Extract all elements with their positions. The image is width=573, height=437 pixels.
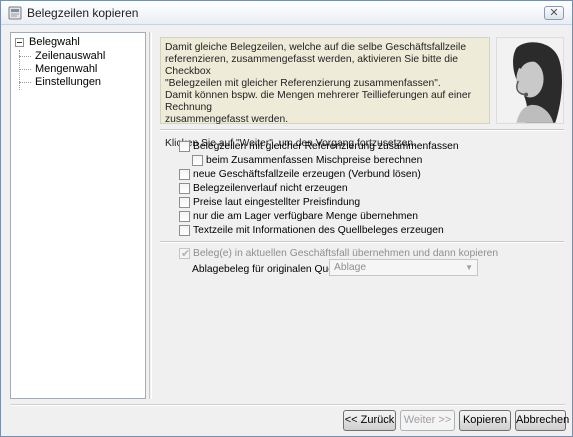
close-icon: ✕: [549, 7, 559, 19]
info-line: "Belegzeilen mit gleicher Referenzierung…: [165, 78, 441, 89]
info-line: referenzieren, zusammengefasst werden, a…: [165, 54, 459, 77]
checkbox[interactable]: [179, 169, 190, 180]
info-line: Damit können bspw. die Mengen mehrerer T…: [165, 90, 472, 113]
tree-item-label: Mengenwahl: [35, 63, 98, 75]
checkmark-icon: ✔: [181, 248, 191, 260]
app-icon: [8, 6, 22, 20]
checkbox[interactable]: [179, 225, 190, 236]
window-title: Belegzeilen kopieren: [27, 6, 139, 20]
checkbox-label: nur die am Lager verfügbare Menge überne…: [193, 211, 418, 222]
dropdown-arrow-icon: ▼: [465, 263, 473, 272]
checkbox[interactable]: [179, 211, 190, 222]
checkbox-label: Belegzeilenverlauf nicht erzeugen: [193, 183, 348, 194]
checkbox-label: beim Zusammenfassen Mischpreise berechne…: [206, 155, 423, 166]
dialog-window: Belegzeilen kopieren ✕ Belegwahl Zeilena…: [0, 0, 573, 437]
divider: [160, 129, 564, 131]
close-button[interactable]: ✕: [544, 6, 564, 20]
checkbox-checked-disabled: ✔: [179, 248, 191, 260]
info-line: zusammengefasst werden.: [165, 114, 289, 125]
title-bar[interactable]: Belegzeilen kopieren ✕: [1, 1, 572, 25]
checkbox[interactable]: [179, 183, 190, 194]
checkbox-label: Textzeile mit Informationen des Quellbel…: [193, 225, 444, 236]
checkbox-label: neue Geschäftsfallzeile erzeugen (Verbun…: [193, 169, 421, 180]
tree-item-label: Einstellungen: [35, 76, 102, 88]
support-agent-photo: [496, 37, 564, 124]
archive-doc-select: Ablage ▼: [329, 259, 478, 276]
checkbox-label: Belegzeilen mit gleicher Referenzierung …: [193, 141, 459, 152]
tree-item-einstellungen[interactable]: Einstellungen: [19, 76, 139, 89]
button-bar-divider: [10, 404, 565, 406]
info-line: Damit gleiche Belegzeilen, welche auf di…: [165, 42, 467, 53]
copy-button[interactable]: Kopieren: [459, 410, 511, 431]
divider: [160, 241, 564, 243]
checkbox[interactable]: [179, 141, 190, 152]
navigation-tree: Belegwahl Zeilenauswahl Mengenwahl Einst…: [10, 32, 146, 399]
tree-item-mengenwahl[interactable]: Mengenwahl: [19, 63, 139, 76]
panel-splitter[interactable]: [149, 32, 152, 399]
checkbox[interactable]: [179, 197, 190, 208]
info-text-box: Damit gleiche Belegzeilen, welche auf di…: [160, 37, 490, 149]
tree-root-label: Belegwahl: [29, 36, 80, 48]
cancel-button[interactable]: Abbrechen: [515, 410, 569, 431]
tree-item-zeilenauswahl[interactable]: Zeilenauswahl: [19, 50, 139, 63]
checkbox[interactable]: [192, 155, 203, 166]
next-button: Weiter >>: [400, 410, 455, 431]
tree-item-label: Zeilenauswahl: [35, 50, 106, 62]
checkbox-label: Preise laut eingestellter Preisfindung: [193, 197, 361, 208]
collapse-icon[interactable]: [15, 38, 24, 47]
back-button[interactable]: << Zurück: [343, 410, 396, 431]
select-value: Ablage: [334, 262, 367, 273]
